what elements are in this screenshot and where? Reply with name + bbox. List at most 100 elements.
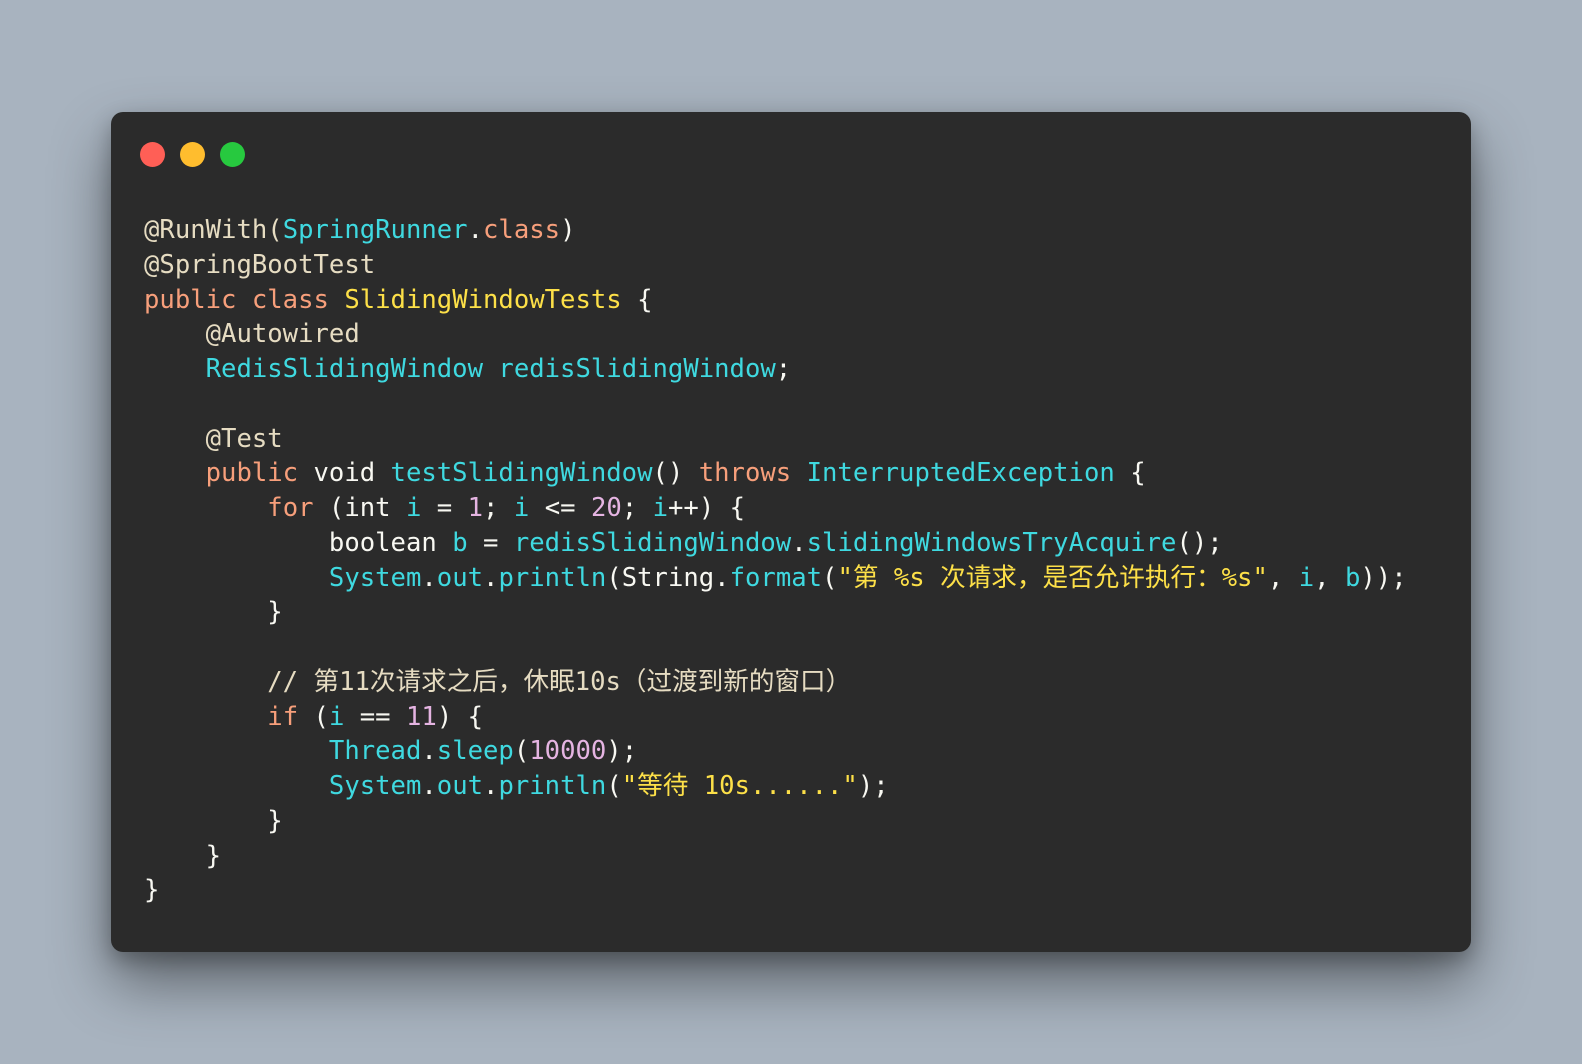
code-token: format: [729, 562, 823, 593]
code-token: ==: [344, 701, 406, 732]
code-line: @SpringBootTest: [144, 248, 1407, 283]
code-line: }: [144, 595, 1407, 630]
code-line: // 第11次请求之后，休眠10s（过渡到新的窗口）: [144, 665, 1407, 700]
code-token: b: [452, 527, 468, 558]
code-line: public void testSlidingWindow() throws I…: [144, 456, 1407, 491]
code-line: boolean b = redisSlidingWindow.slidingWi…: [144, 526, 1407, 561]
code-token: ;: [483, 493, 514, 523]
code-token: }: [144, 875, 160, 906]
code-token: (int: [313, 493, 406, 523]
code-token: i: [1298, 562, 1315, 593]
code-token: class: [483, 215, 561, 245]
code-token: <=: [529, 493, 591, 523]
code-line: for (int i = 1; i <= 20; i++) {: [144, 491, 1407, 526]
code-token: RedisSlidingWindow: [205, 354, 483, 384]
code-line: Thread.sleep(10000);: [144, 734, 1407, 769]
code-line: System.out.println("等待 10s......");: [144, 769, 1407, 804]
code-token: (: [298, 701, 329, 732]
code-token: // 第11次请求之后，休眠10s（过渡到新的窗口）: [144, 666, 852, 697]
code-line: @Test: [144, 422, 1407, 457]
close-dot-icon[interactable]: [140, 142, 165, 167]
code-token: for: [267, 493, 314, 523]
code-token: i: [328, 701, 345, 732]
code-token: @SpringBootTest: [144, 249, 376, 280]
code-token: @Autowired: [144, 319, 360, 350]
code-token: .: [421, 771, 437, 801]
code-token: throws: [698, 458, 792, 489]
code-token: sleep: [436, 736, 514, 767]
code-token: (: [513, 736, 530, 767]
code-token: testSlidingWindow: [390, 458, 653, 489]
code-token: ,: [1267, 562, 1299, 593]
code-token: println: [498, 562, 607, 593]
code-line: System.out.println(String.format("第 %s 次…: [144, 561, 1407, 596]
code-token: .: [421, 562, 437, 593]
code-token: public class: [144, 284, 345, 315]
code-token: "等待 10s......": [621, 771, 858, 801]
code-token: 20: [590, 493, 622, 523]
code-token: }: [144, 597, 283, 628]
code-token: if: [267, 701, 299, 732]
code-token: .: [483, 771, 499, 801]
code-token: .: [421, 736, 437, 767]
code-token: boolean: [144, 527, 453, 558]
code-token: .: [791, 527, 807, 558]
code-token: SpringRunner: [282, 215, 468, 245]
code-line: RedisSlidingWindow redisSlidingWindow;: [144, 352, 1407, 387]
maximize-dot-icon[interactable]: [220, 142, 245, 167]
code-token: ();: [1176, 527, 1223, 558]
code-token: =: [467, 527, 514, 558]
code-token: i: [405, 493, 422, 523]
code-token: out: [436, 562, 484, 593]
code-line: @RunWith(SpringRunner.class): [144, 213, 1407, 248]
code-line: public class SlidingWindowTests {: [144, 283, 1407, 318]
code-token: SlidingWindowTests: [344, 284, 622, 315]
code-block: @RunWith(SpringRunner.class) @SpringBootT…: [144, 213, 1407, 908]
code-token: void: [298, 458, 391, 489]
code-token: b: [1344, 562, 1361, 593]
code-token: 11: [406, 701, 437, 732]
code-token: }: [144, 840, 222, 871]
code-token: slidingWindowsTryAcquire: [806, 527, 1177, 558]
code-token: i: [513, 493, 530, 523]
code-token: out: [436, 771, 484, 801]
window-controls: [140, 142, 245, 167]
code-token: Thread: [328, 736, 422, 767]
code-token: System: [328, 771, 422, 801]
code-token: }: [144, 805, 283, 836]
code-token: ;: [775, 354, 792, 384]
minimize-dot-icon[interactable]: [180, 142, 205, 167]
code-token: ));: [1360, 562, 1407, 593]
code-line: }: [144, 839, 1407, 874]
code-token: );: [606, 736, 638, 767]
code-token: 1: [467, 493, 484, 523]
code-token: @Test: [144, 423, 283, 454]
code-token: "第 %s 次请求，是否允许执行：%s": [837, 562, 1268, 593]
code-token: (: [822, 562, 838, 593]
code-token: );: [857, 771, 889, 801]
code-token: redisSlidingWindow: [498, 354, 776, 384]
code-token: ): [560, 215, 576, 245]
code-token: ;: [621, 493, 653, 523]
code-token: ++) {: [668, 493, 746, 523]
code-token: redisSlidingWindow: [513, 527, 792, 558]
code-token: ) {: [436, 701, 484, 732]
code-token: {: [1114, 458, 1146, 489]
code-token: (String.: [606, 562, 730, 593]
code-token: =: [421, 493, 468, 523]
code-token: (): [652, 458, 699, 489]
code-line: }: [144, 804, 1407, 839]
code-token: {: [621, 284, 653, 315]
code-line: if (i == 11) {: [144, 700, 1407, 735]
code-window: @RunWith(SpringRunner.class) @SpringBootT…: [111, 112, 1471, 952]
